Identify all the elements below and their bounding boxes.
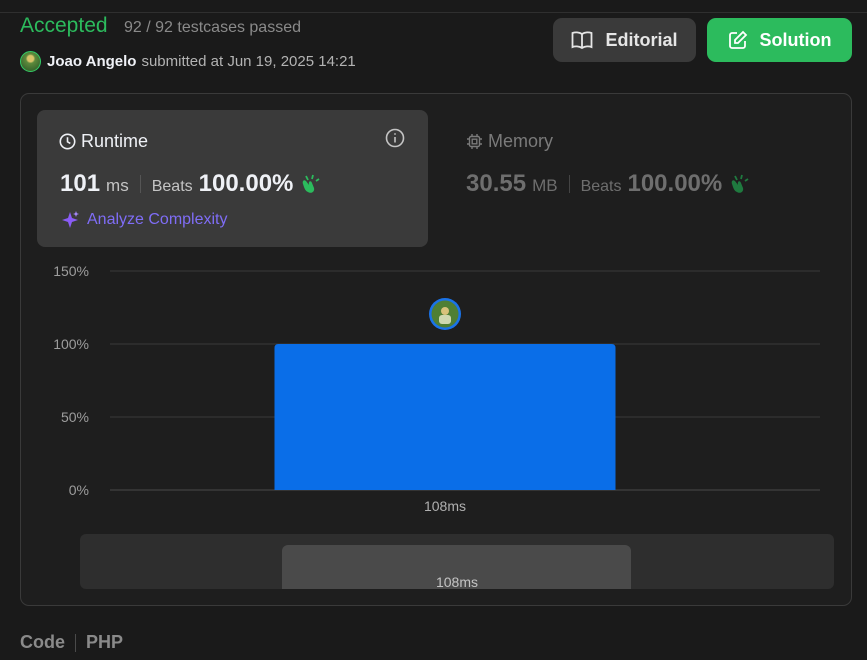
x-tick-label: 108ms — [424, 498, 466, 514]
y-tick-label: 0% — [69, 482, 89, 498]
solution-label: Solution — [759, 29, 832, 50]
runtime-card[interactable]: Runtime 101 ms Beats 100.00% Analyze Com… — [37, 110, 428, 247]
analyze-complexity-label: Analyze Complexity — [87, 211, 228, 228]
book-icon — [572, 31, 593, 49]
sparkle-icon — [62, 211, 79, 228]
navigator-label: 108ms — [435, 574, 479, 589]
editorial-button[interactable]: Editorial — [553, 18, 696, 62]
runtime-beats-pct: 100.00% — [198, 170, 294, 197]
memory-value: 30.55 — [466, 170, 527, 197]
language-label: PHP — [86, 632, 124, 652]
footer-divider — [75, 633, 76, 652]
runtime-distribution-chart[interactable]: 0% 50% 100% 150% 108ms — [40, 258, 830, 523]
y-tick-label: 150% — [53, 263, 89, 279]
clock-icon — [59, 133, 76, 150]
status-title: Accepted — [20, 14, 108, 37]
chip-icon — [467, 134, 482, 149]
user-avatar-marker[interactable] — [429, 298, 461, 330]
code-label: Code — [20, 632, 65, 652]
runtime-unit: ms — [106, 176, 129, 195]
runtime-beats-label: Beats — [151, 178, 193, 195]
footer-tabs: Code PHP — [20, 632, 123, 653]
author-name[interactable]: Joao Angelo — [47, 53, 136, 70]
chart-bar[interactable] — [274, 344, 616, 490]
solution-button[interactable]: Solution — [707, 18, 852, 62]
clap-icon — [731, 174, 749, 193]
memory-unit: MB — [532, 176, 558, 195]
memory-stats: 30.55 MB Beats 100.00% — [466, 170, 750, 198]
memory-beats-label: Beats — [580, 178, 622, 195]
memory-title: Memory — [466, 131, 553, 152]
stat-divider — [139, 175, 141, 193]
editorial-label: Editorial — [605, 29, 678, 50]
memory-card[interactable]: Memory 30.55 MB Beats 100.00% — [466, 110, 846, 247]
y-tick-label: 50% — [61, 409, 89, 425]
memory-beats-pct: 100.00% — [627, 170, 723, 197]
info-icon[interactable] — [385, 128, 405, 148]
submission-info: Joao Angelo submitted at Jun 19, 2025 14… — [20, 50, 356, 72]
avatar[interactable] — [20, 50, 41, 72]
submission-time: submitted at Jun 19, 2025 14:21 — [141, 52, 356, 70]
runtime-title: Runtime — [59, 131, 148, 152]
stat-divider — [568, 175, 570, 193]
clap-icon — [303, 174, 320, 193]
edit-icon — [728, 30, 747, 49]
top-divider — [0, 12, 867, 13]
runtime-value: 101 — [60, 170, 101, 197]
analyze-complexity-button[interactable]: Analyze Complexity — [60, 210, 228, 230]
chart-navigator[interactable]: 108ms — [80, 534, 834, 589]
y-tick-label: 100% — [53, 336, 89, 352]
runtime-stats: 101 ms Beats 100.00% — [60, 170, 321, 198]
testcases-passed: 92 / 92 testcases passed — [124, 19, 301, 36]
